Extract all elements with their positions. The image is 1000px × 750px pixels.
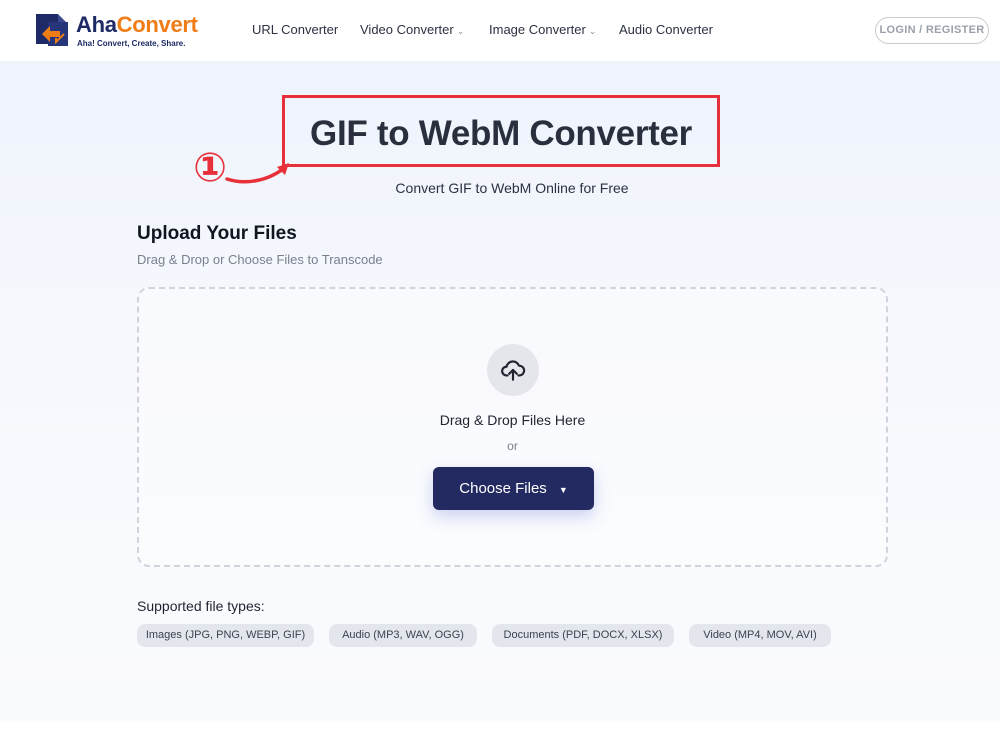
nav-url-converter[interactable]: URL Converter [252,22,338,37]
drop-files-label: Drag & Drop Files Here [439,412,586,428]
logo-icon [36,14,68,46]
logo-wordmark: AhaConvert [76,12,198,37]
page-title: GIF to WebM Converter [310,114,692,153]
file-type-chip-documents: Documents (PDF, DOCX, XLSX) [492,624,674,647]
nav-image-converter[interactable]: Image Converter ⌄ [489,22,596,37]
caret-down-icon[interactable]: ▼ [559,485,568,495]
cloud-upload-icon [487,344,539,396]
page-subtitle: Convert GIF to WebM Online for Free [395,180,629,196]
title-highlight-box: GIF to WebM Converter [282,95,720,167]
nav-audio-converter[interactable]: Audio Converter [619,22,713,37]
file-dropzone[interactable]: Drag & Drop Files Here or Choose Files ▼ [137,287,888,567]
supported-types-label: Supported file types: [137,598,265,614]
nav-video-converter[interactable]: Video Converter ⌄ [360,22,464,37]
file-type-chip-images: Images (JPG, PNG, WEBP, GIF) [137,624,314,647]
choose-files-label: Choose Files [459,480,547,497]
upload-section-title: Upload Your Files [137,223,297,244]
chevron-down-icon: ⌄ [456,26,465,36]
site-header: AhaConvert Aha! Convert, Create, Share. … [0,0,1000,62]
logo-tagline: Aha! Convert, Create, Share. [77,39,186,48]
or-separator: or [507,439,518,453]
file-type-chip-video: Video (MP4, MOV, AVI) [689,624,831,647]
login-register-button[interactable]: LOGIN / REGISTER [875,17,989,44]
upload-section-subtitle: Drag & Drop or Choose Files to Transcode [137,252,383,267]
chevron-down-icon: ⌄ [588,26,597,36]
choose-files-button[interactable]: Choose Files ▼ [433,467,594,510]
main-content: GIF to WebM Converter ① Convert GIF to W… [0,62,1000,722]
file-type-chip-audio: Audio (MP3, WAV, OGG) [329,624,477,647]
logo[interactable]: AhaConvert Aha! Convert, Create, Share. [34,12,204,50]
